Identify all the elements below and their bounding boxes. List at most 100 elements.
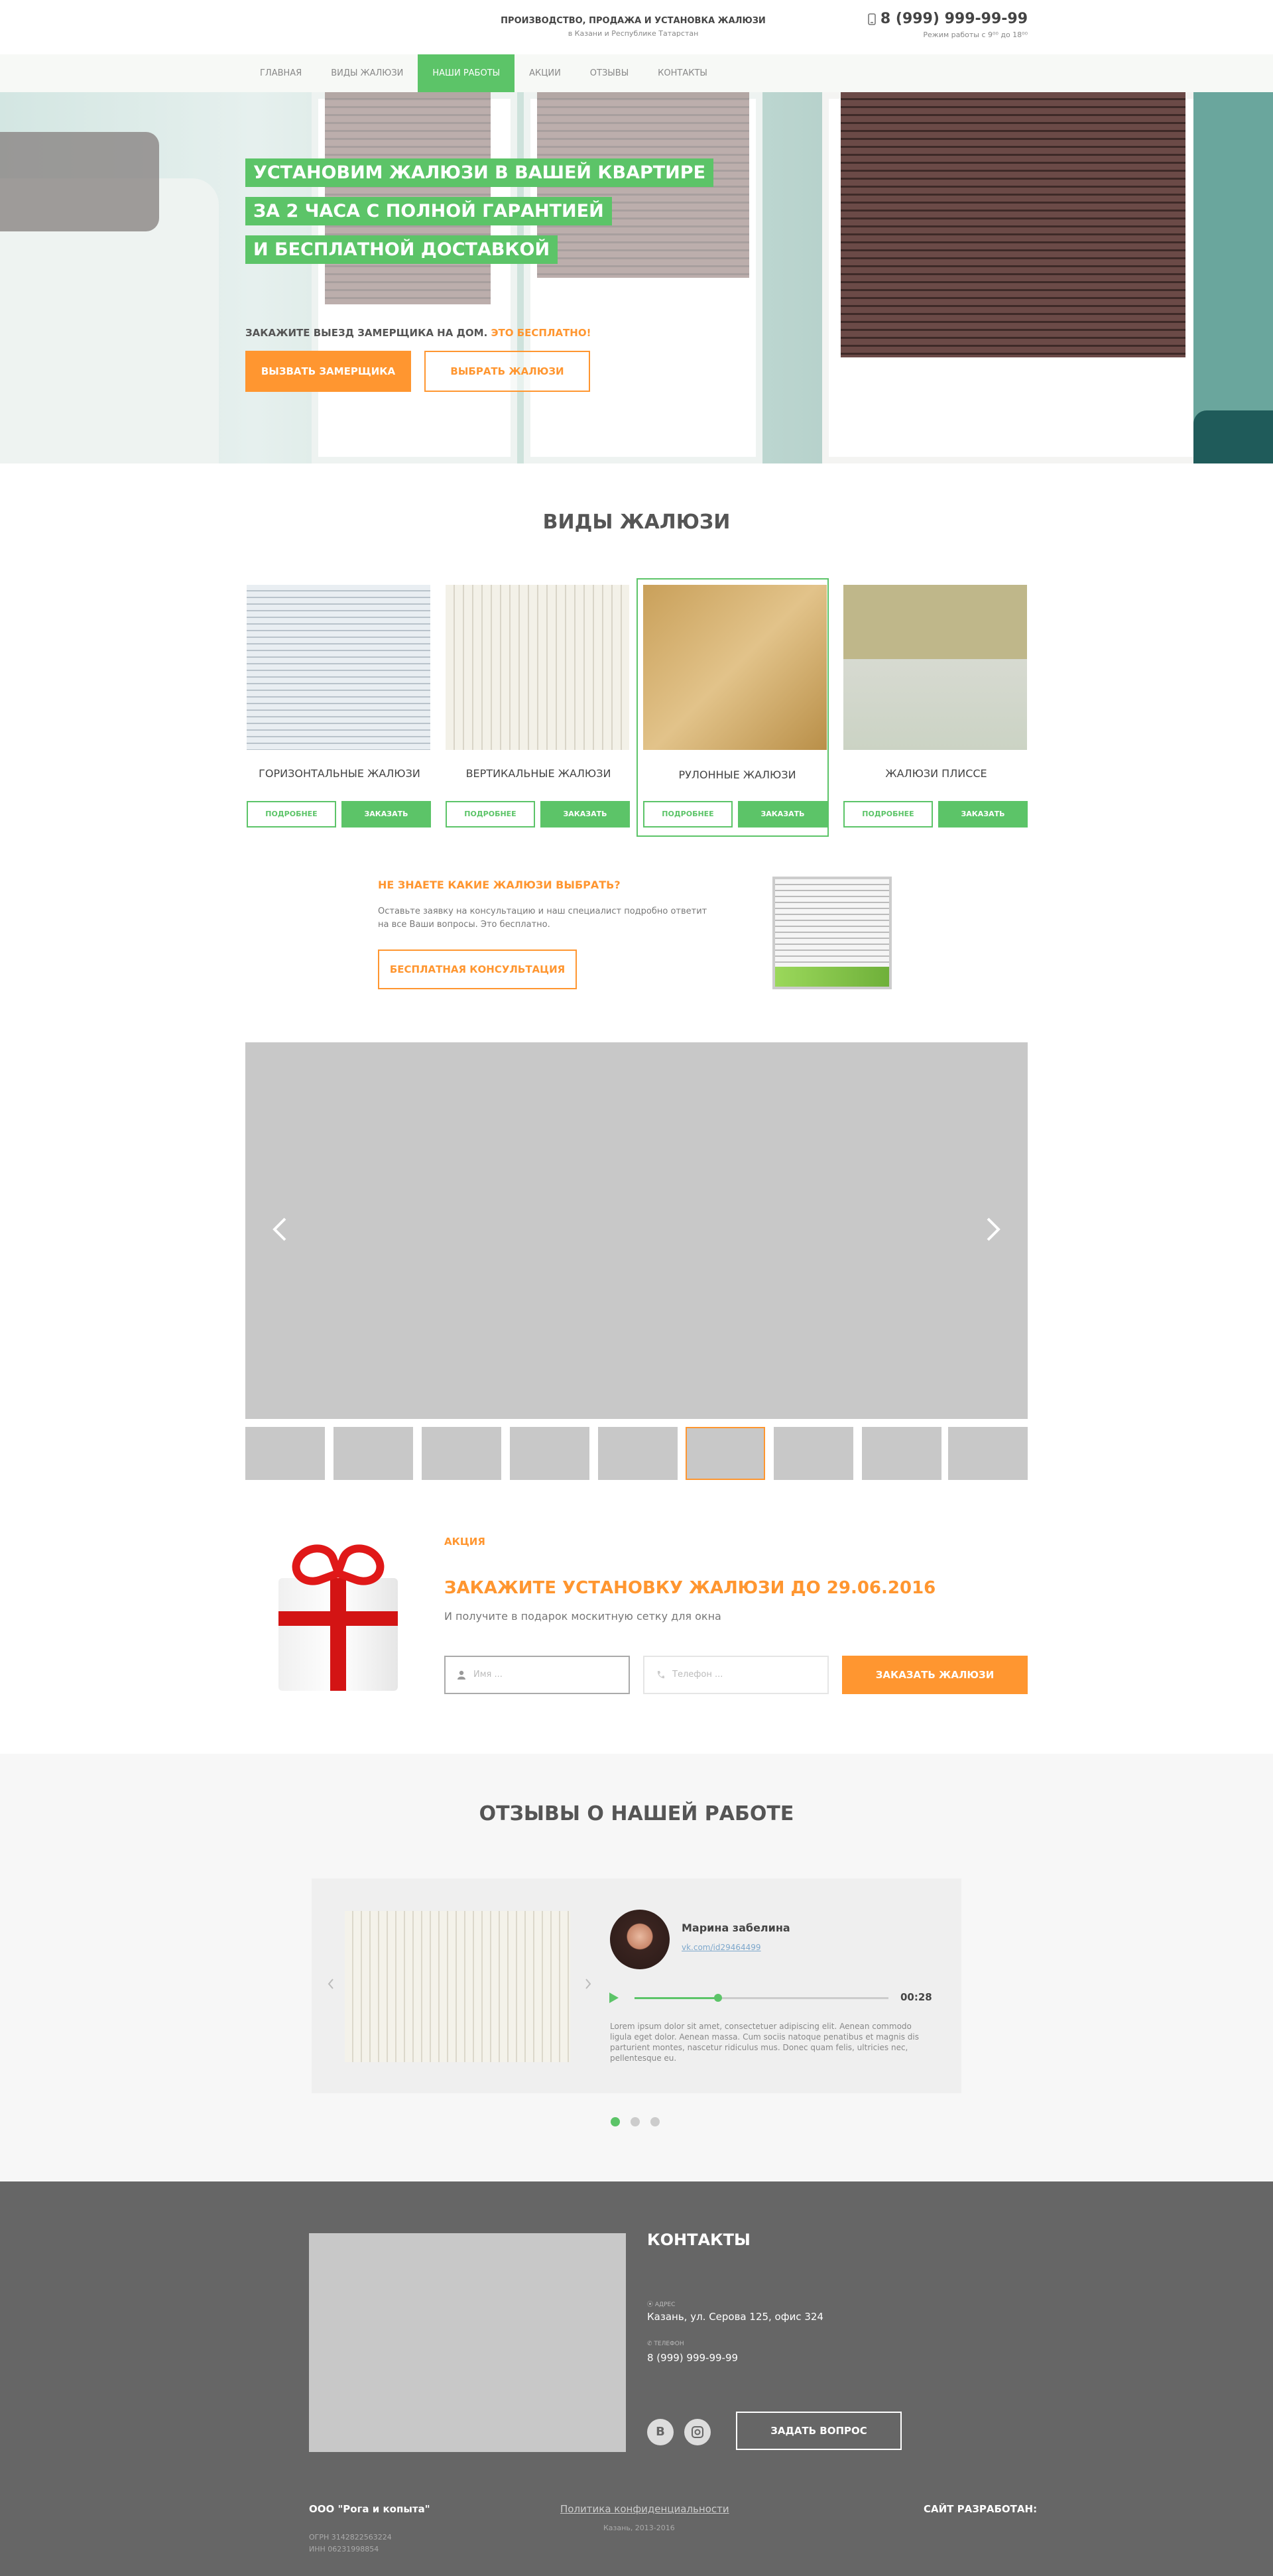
audio-time: 00:28 bbox=[900, 1991, 932, 2003]
hero-banner: УСТАНОВИМ ЖАЛЮЗИ В ВАШЕЙ КВАРТИРЕ ЗА 2 Ч… bbox=[0, 92, 1273, 463]
reviewer-link[interactable]: vk.com/id29464499 bbox=[682, 1943, 761, 1952]
order-button[interactable]: ЗАКАЗАТЬ bbox=[938, 801, 1028, 828]
hero-cta-main: ЗАКАЖИТЕ ВЫЕЗД ЗАМЕРЩИКА НА ДОМ. bbox=[245, 327, 488, 339]
order-button[interactable]: ЗАКАЗАТЬ bbox=[738, 801, 827, 828]
hero-title-line-2: ЗА 2 ЧАСА С ПОЛНОЙ ГАРАНТИЕЙ bbox=[245, 197, 612, 225]
working-hours: Режим работы с 9⁰⁰ до 18⁰⁰ bbox=[923, 31, 1028, 39]
roller-blinds-image bbox=[643, 585, 827, 750]
chevron-left-icon[interactable] bbox=[272, 1216, 288, 1243]
phone-input-icon bbox=[657, 1671, 664, 1679]
phone-icon bbox=[868, 13, 876, 25]
nav-item-home[interactable]: ГЛАВНАЯ bbox=[245, 54, 316, 92]
nav-item-reviews[interactable]: ОТЗЫВЫ bbox=[576, 54, 643, 92]
choose-blinds-button[interactable]: ВЫБРАТЬ ЖАЛЮЗИ bbox=[424, 351, 590, 392]
gift-icon bbox=[272, 1532, 404, 1697]
address-value: Казань, ул. Серова 125, офис 324 bbox=[647, 2311, 823, 2323]
review-text: Lorem ipsum dolor sit amet, consectetuer… bbox=[610, 2022, 919, 2063]
main-nav: ГЛАВНАЯ ВИДЫ ЖАЛЮЗИ НАШИ РАБОТЫ АКЦИИ ОТ… bbox=[0, 54, 1273, 92]
more-button[interactable]: ПОДРОБНЕЕ bbox=[643, 801, 733, 828]
works-gallery bbox=[245, 1042, 1028, 1419]
vertical-blinds-image bbox=[446, 585, 629, 750]
card-name: ГОРИЗОНТАЛЬНЫЕ ЖАЛЮЗИ bbox=[259, 767, 420, 780]
card-name: ЖАЛЮЗИ ПЛИССЕ bbox=[885, 767, 987, 780]
blinds-illustration bbox=[772, 877, 892, 989]
name-input-placeholder: Имя ... bbox=[473, 1670, 503, 1680]
order-blinds-button[interactable]: ЗАКАЗАТЬ ЖАЛЮЗИ bbox=[842, 1656, 1028, 1694]
card-horizontal: ГОРИЗОНТАЛЬНЫЕ ЖАЛЮЗИ ПОДРОБНЕЕ ЗАКАЗАТЬ bbox=[240, 578, 432, 837]
card-pleated: ЖАЛЮЗИ ПЛИССЕ ПОДРОБНЕЕ ЗАКАЗАТЬ bbox=[837, 578, 1029, 837]
address-label-text: АДРЕС bbox=[654, 2301, 676, 2308]
header-phone[interactable]: 8 (999) 999-99-99 bbox=[867, 11, 1028, 27]
site-footer bbox=[0, 2181, 1273, 2576]
site-tagline: ПРОИЗВОДСТВО, ПРОДАЖА И УСТАНОВКА ЖАЛЮЗИ bbox=[501, 16, 766, 26]
more-button[interactable]: ПОДРОБНЕЕ bbox=[247, 801, 336, 828]
hero-cta-text: ЗАКАЖИТЕ ВЫЕЗД ЗАМЕРЩИКА НА ДОМ. ЭТО БЕС… bbox=[245, 327, 591, 339]
review-dot[interactable] bbox=[631, 2117, 640, 2126]
gallery-thumb[interactable] bbox=[774, 1427, 853, 1480]
promo-label: АКЦИЯ bbox=[444, 1536, 485, 1548]
gallery-thumb[interactable] bbox=[245, 1427, 325, 1480]
nav-item-works[interactable]: НАШИ РАБОТЫ bbox=[418, 54, 515, 92]
horizontal-blinds-image bbox=[247, 585, 430, 750]
more-button[interactable]: ПОДРОБНЕЕ bbox=[843, 801, 933, 828]
review-prev-icon[interactable] bbox=[328, 1978, 334, 1990]
footer-phone[interactable]: 8 (999) 999-99-99 bbox=[647, 2352, 738, 2364]
location-icon: ⦿ bbox=[647, 2301, 655, 2308]
reviews-title: ОТЗЫВЫ О НАШЕЙ РАБОТЕ bbox=[479, 1802, 794, 1825]
site-region: в Казани и Республике Татарстан bbox=[568, 29, 699, 38]
vk-icon[interactable]: В bbox=[647, 2419, 674, 2445]
review-photo bbox=[345, 1911, 570, 2062]
hero-cta-free: ЭТО БЕСПЛАТНО! bbox=[491, 327, 591, 339]
free-consult-button[interactable]: БЕСПЛАТНАЯ КОНСУЛЬТАЦИЯ bbox=[378, 950, 577, 989]
review-dot[interactable] bbox=[650, 2117, 660, 2126]
order-button[interactable]: ЗАКАЗАТЬ bbox=[341, 801, 431, 828]
consult-text: Оставьте заявку на консультацию и наш сп… bbox=[378, 906, 707, 930]
privacy-policy-link[interactable]: Политика конфиденциальности bbox=[560, 2503, 729, 2515]
card-vertical: ВЕРТИКАЛЬНЫЕ ЖАЛЮЗИ ПОДРОБНЕЕ ЗАКАЗАТЬ bbox=[439, 578, 631, 837]
pleated-blinds-image bbox=[843, 585, 1027, 750]
developer-label: САЙТ РАЗРАБОТАН: bbox=[924, 2503, 1038, 2515]
contacts-title: КОНТАКТЫ bbox=[647, 2231, 751, 2249]
hero-title-line-1: УСТАНОВИМ ЖАЛЮЗИ В ВАШЕЙ КВАРТИРЕ bbox=[245, 158, 714, 187]
gallery-thumb[interactable] bbox=[510, 1427, 589, 1480]
gallery-thumb[interactable] bbox=[422, 1427, 501, 1480]
phone-input[interactable]: Телефон ... bbox=[643, 1656, 829, 1694]
hero-background bbox=[0, 92, 1273, 463]
phone-small-icon: ✆ bbox=[647, 2341, 654, 2347]
gallery-thumb[interactable] bbox=[333, 1427, 413, 1480]
order-button[interactable]: ЗАКАЗАТЬ bbox=[540, 801, 630, 828]
audio-progress-track[interactable] bbox=[635, 1994, 888, 2002]
card-roller: РУЛОННЫЕ ЖАЛЮЗИ ПОДРОБНЕЕ ЗАКАЗАТЬ bbox=[636, 578, 829, 837]
nav-item-types[interactable]: ВИДЫ ЖАЛЮЗИ bbox=[316, 54, 418, 92]
phone-input-placeholder: Телефон ... bbox=[672, 1670, 723, 1680]
play-icon[interactable] bbox=[609, 1992, 619, 2004]
chevron-right-icon[interactable] bbox=[985, 1216, 1001, 1243]
audio-progress-fill bbox=[635, 1997, 719, 1999]
review-dot-active[interactable] bbox=[611, 2117, 620, 2126]
city-years: Казань, 2013-2016 bbox=[603, 2524, 675, 2532]
inn: ИНН 06231998854 bbox=[309, 2545, 379, 2553]
review-next-icon[interactable] bbox=[585, 1978, 591, 1990]
map[interactable] bbox=[309, 2233, 626, 2452]
gallery-thumb[interactable] bbox=[948, 1427, 1028, 1480]
gallery-thumb[interactable] bbox=[862, 1427, 941, 1480]
types-title: ВИДЫ ЖАЛЮЗИ bbox=[542, 511, 731, 534]
gallery-thumb[interactable] bbox=[598, 1427, 678, 1480]
gallery-thumb-active[interactable] bbox=[686, 1427, 765, 1480]
ask-question-button[interactable]: ЗАДАТЬ ВОПРОС bbox=[736, 2412, 902, 2450]
card-name: ВЕРТИКАЛЬНЫЕ ЖАЛЮЗИ bbox=[465, 767, 611, 780]
promo-title: ЗАКАЖИТЕ УСТАНОВКУ ЖАЛЮЗИ ДО 29.06.2016 bbox=[444, 1578, 936, 1598]
page: ПРОИЗВОДСТВО, ПРОДАЖА И УСТАНОВКА ЖАЛЮЗИ… bbox=[0, 0, 1273, 2576]
nav-item-contacts[interactable]: КОНТАКТЫ bbox=[643, 54, 722, 92]
address-label: ⦿ АДРЕС bbox=[647, 2300, 675, 2308]
instagram-icon[interactable] bbox=[684, 2419, 711, 2445]
company-name: ООО "Рога и копыта" bbox=[309, 2503, 430, 2515]
promo-text: И получите в подарок москитную сетку для… bbox=[444, 1610, 721, 1623]
nav-item-promo[interactable]: АКЦИИ bbox=[515, 54, 576, 92]
consult-title: НЕ ЗНАЕТЕ КАКИЕ ЖАЛЮЗИ ВЫБРАТЬ? bbox=[378, 879, 621, 891]
avatar bbox=[610, 1910, 670, 1969]
more-button[interactable]: ПОДРОБНЕЕ bbox=[446, 801, 535, 828]
call-measurer-button[interactable]: ВЫЗВАТЬ ЗАМЕРЩИКА bbox=[245, 351, 411, 392]
ogrn: ОГРН 3142822563224 bbox=[309, 2533, 392, 2542]
name-input[interactable]: Имя ... bbox=[444, 1656, 630, 1694]
